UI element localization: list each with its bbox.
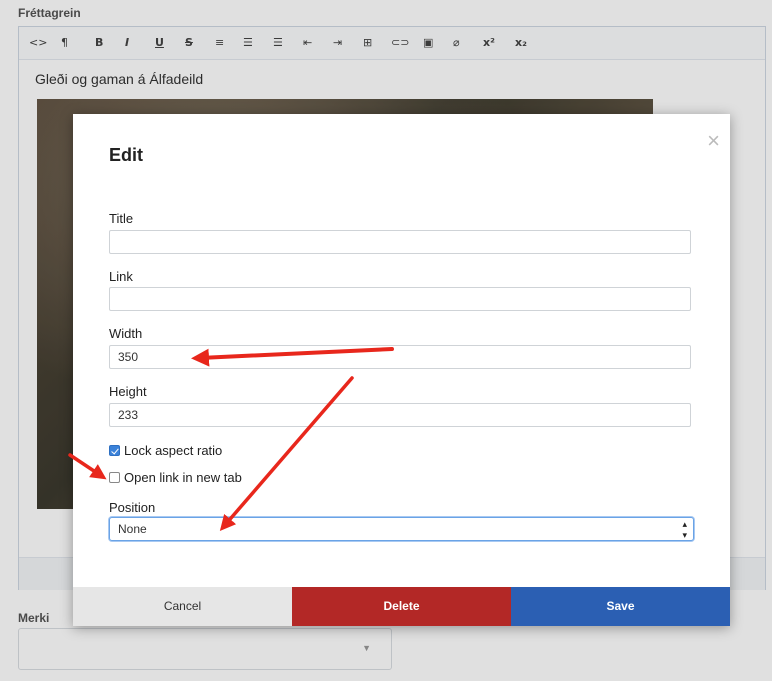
lock-aspect-row[interactable]: Lock aspect ratio <box>109 443 222 458</box>
open-new-tab-checkbox[interactable] <box>109 472 120 483</box>
position-select[interactable]: None ▴ ▾ <box>109 517 694 541</box>
width-input[interactable] <box>109 345 691 369</box>
lock-aspect-checkbox[interactable] <box>109 445 120 456</box>
position-select-value: None <box>118 522 147 536</box>
height-input[interactable] <box>109 403 691 427</box>
open-new-tab-row[interactable]: Open link in new tab <box>109 470 242 485</box>
select-arrows-icon: ▴ ▾ <box>682 519 687 540</box>
lock-aspect-label: Lock aspect ratio <box>124 443 223 458</box>
edit-image-dialog: Edit × Title Link Width Height Lock aspe… <box>73 114 730 626</box>
open-new-tab-label: Open link in new tab <box>124 470 242 485</box>
delete-button[interactable]: Delete <box>292 587 511 626</box>
dialog-title: Edit <box>109 145 143 165</box>
link-label: Link <box>109 269 133 284</box>
save-button[interactable]: Save <box>511 587 730 626</box>
width-label: Width <box>109 326 143 341</box>
link-input[interactable] <box>109 287 691 311</box>
title-label: Title <box>109 211 134 226</box>
position-label: Position <box>109 500 156 515</box>
close-icon[interactable]: × <box>707 130 720 152</box>
height-label: Height <box>109 384 147 399</box>
title-input[interactable] <box>109 230 691 254</box>
cancel-button[interactable]: Cancel <box>73 587 292 626</box>
